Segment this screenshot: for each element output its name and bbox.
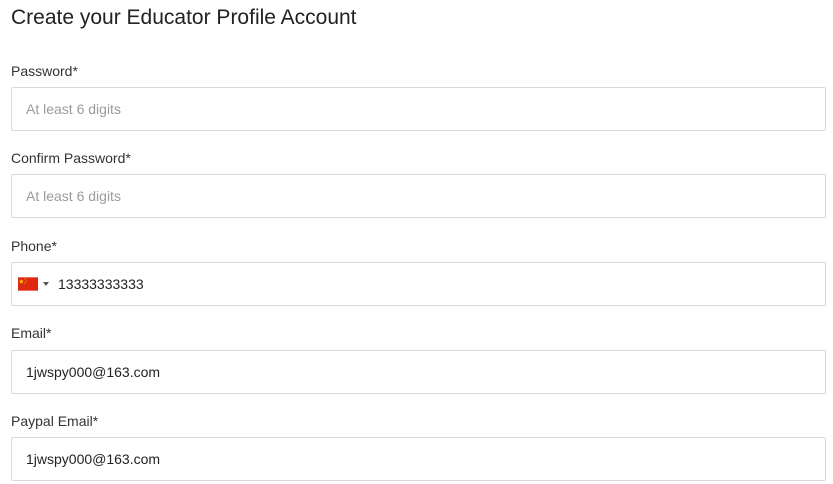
- confirm-password-field[interactable]: [11, 174, 826, 218]
- confirm-password-label: Confirm Password*: [11, 150, 131, 166]
- china-flag-icon: [18, 277, 38, 291]
- confirm-password-input[interactable]: [26, 175, 806, 217]
- password-label: Password*: [11, 63, 78, 79]
- paypal-email-label: Paypal Email*: [11, 413, 99, 429]
- chevron-down-icon: [43, 282, 49, 286]
- email-field[interactable]: [11, 350, 826, 394]
- phone-field[interactable]: [11, 262, 826, 306]
- phone-input[interactable]: [58, 263, 798, 305]
- paypal-email-input[interactable]: [26, 438, 806, 480]
- paypal-email-field[interactable]: [11, 437, 826, 481]
- phone-label: Phone*: [11, 238, 57, 254]
- email-input[interactable]: [26, 351, 806, 393]
- country-code-selector[interactable]: [18, 277, 54, 291]
- email-label: Email*: [11, 325, 52, 341]
- page-title: Create your Educator Profile Account: [11, 6, 357, 29]
- password-field[interactable]: [11, 87, 826, 131]
- password-input[interactable]: [26, 88, 806, 130]
